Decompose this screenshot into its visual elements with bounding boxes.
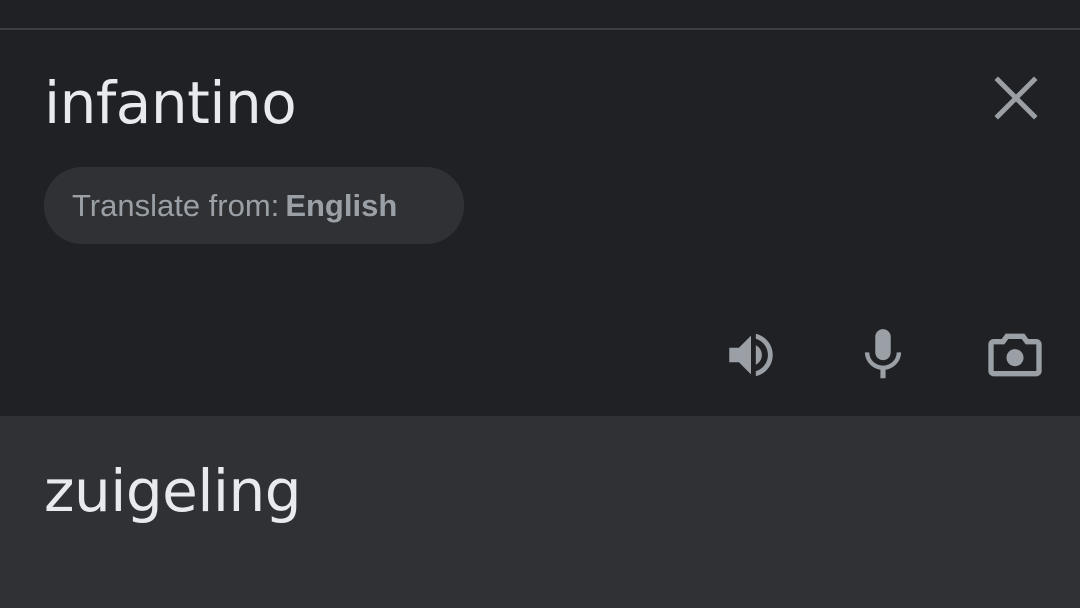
voice-input-button[interactable] xyxy=(850,322,916,388)
translation-result: zuigeling xyxy=(44,457,302,525)
close-icon xyxy=(994,76,1038,120)
camera-icon xyxy=(988,333,1042,377)
top-bar xyxy=(0,0,1080,30)
speaker-icon xyxy=(729,333,773,377)
microphone-icon xyxy=(864,329,902,379)
language-chip-prefix: Translate from: xyxy=(72,187,280,223)
source-language-name: English xyxy=(285,187,398,223)
input-area: infantino Translate from: English xyxy=(0,30,1080,416)
source-text[interactable]: infantino xyxy=(44,68,297,138)
clear-button[interactable] xyxy=(988,70,1044,126)
camera-translate-button[interactable] xyxy=(982,322,1048,388)
translation-output-area: zuigeling xyxy=(0,416,1080,608)
listen-button[interactable] xyxy=(718,322,784,388)
source-language-chip[interactable]: Translate from: English xyxy=(44,167,464,244)
